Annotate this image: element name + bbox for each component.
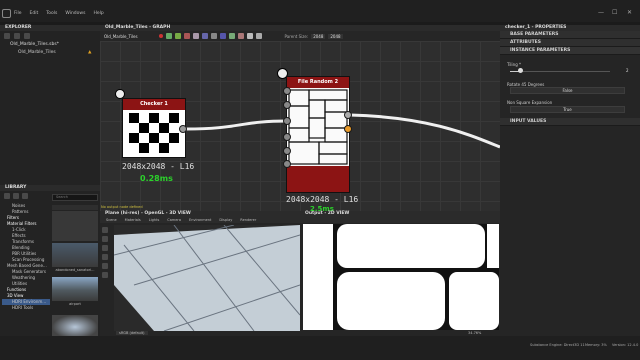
library-thumb-blank[interactable]: [52, 211, 98, 241]
tab-environment[interactable]: Environment: [189, 217, 211, 223]
orbit-tool-icon[interactable]: [102, 227, 108, 233]
link-checker-to-file-random: [185, 119, 289, 131]
tab-materials[interactable]: Materials: [125, 217, 141, 223]
maximize-button[interactable]: ☐: [612, 9, 617, 16]
library-thumb-label-1: abandoned_sanatori...: [55, 268, 95, 272]
view-2d-zoom[interactable]: 34.76%: [468, 331, 481, 335]
view-3d-side-toolbar: [102, 227, 111, 327]
view-3d-panel: Plane (hi-res) - OpenGL - 3D VIEW Scene …: [100, 211, 300, 336]
file-random-input-pin-6[interactable]: [283, 160, 291, 168]
warning-icon: ▲: [88, 50, 92, 55]
pan-tool-icon[interactable]: [102, 236, 108, 242]
view-3d-tabs: Scene Materials Lights Camera Environmen…: [100, 217, 300, 223]
library-settings-icon[interactable]: [22, 193, 28, 199]
capture-tool-icon[interactable]: [102, 272, 108, 278]
rotate-toggle[interactable]: False: [510, 87, 625, 94]
new-package-icon[interactable]: [4, 33, 10, 39]
minimize-button[interactable]: —: [598, 9, 604, 16]
menu-file[interactable]: File: [14, 11, 22, 16]
section-instance-parameters[interactable]: INSTANCE PARAMETERS: [500, 47, 640, 55]
file-random-node-title: File Random 2: [287, 77, 349, 88]
library-thumb-header: [52, 205, 98, 210]
section-input-values[interactable]: INPUT VALUES: [500, 118, 640, 126]
checker-preview: [123, 110, 185, 157]
library-thumb-sanatorium[interactable]: [52, 243, 98, 267]
section-base-parameters[interactable]: BASE PARAMETERS: [500, 31, 640, 39]
tiling-slider-handle[interactable]: [518, 68, 523, 73]
file-random-input-pin-2[interactable]: [283, 101, 291, 109]
tab-scene[interactable]: Scene: [106, 217, 117, 223]
checker-node-time: 0.28ms: [140, 174, 173, 183]
file-random-input-pin-5[interactable]: [283, 147, 291, 155]
save-package-icon[interactable]: [24, 33, 30, 39]
view-2d-toolbar: [300, 217, 500, 223]
explorer-toolbar: [0, 31, 100, 41]
menu-tools[interactable]: Tools: [46, 11, 57, 16]
menu-edit[interactable]: Edit: [30, 11, 39, 16]
menu-windows[interactable]: Windows: [65, 11, 85, 16]
explorer-package-item[interactable]: Old_Marble_Tiles.sbs*: [0, 41, 100, 49]
file-random-input-pin-3[interactable]: [283, 117, 291, 125]
checker-output-pin[interactable]: [179, 125, 187, 133]
zoom-tool-icon[interactable]: [102, 245, 108, 251]
explorer-graph-label: Old_Marble_Tiles: [18, 50, 56, 55]
section-attributes[interactable]: ATTRIBUTES: [500, 39, 640, 47]
file-random-node-resolution: 2048x2048 - L16: [286, 195, 359, 204]
checker-node-title: Checker 1: [123, 99, 185, 110]
status-memory: Memory: 3%: [585, 343, 607, 347]
library-view-icon[interactable]: [13, 193, 19, 199]
menu-help[interactable]: Help: [93, 11, 103, 16]
status-bar: Substance Engine: Direct3D 11 Memory: 3%…: [0, 336, 640, 360]
tiling-label: Tiling *: [507, 62, 521, 67]
checker-node[interactable]: Checker 1: [122, 98, 186, 158]
tiling-slider[interactable]: [510, 71, 610, 72]
nonsquare-toggle[interactable]: True: [510, 106, 625, 113]
explorer-graph-item[interactable]: Old_Marble_Tiles ▲: [0, 49, 100, 57]
library-panel: LIBRARY Noises Patterns Filters Material…: [0, 185, 100, 360]
link-file-random-output: [349, 113, 500, 149]
view-3d-viewport[interactable]: [114, 225, 300, 331]
nonsquare-label: Non Square Expansion: [507, 100, 553, 105]
menu-bar: File Edit Tools Windows Help — ☐ ✕: [0, 0, 640, 22]
library-thumb-airport[interactable]: [52, 277, 98, 301]
colorspace-select[interactable]: sRGB (default): [116, 331, 148, 335]
tab-lights[interactable]: Lights: [149, 217, 160, 223]
explorer-panel: EXPLORER Old_Marble_Tiles.sbs* Old_Marbl…: [0, 25, 100, 185]
file-random-input-pin-1[interactable]: [283, 87, 291, 95]
tab-camera[interactable]: Camera: [167, 217, 181, 223]
status-engine: Substance Engine: Direct3D 11: [530, 343, 585, 347]
view-2d-panel: Output - 2D VIEW 34.76%: [300, 211, 500, 336]
status-version: Version: 12.4.0: [612, 343, 639, 347]
library-item-hdri-tools[interactable]: HDRI Tools: [2, 305, 50, 311]
view-2d-viewport[interactable]: [303, 224, 499, 330]
tab-renderer[interactable]: Renderer: [240, 217, 256, 223]
close-button[interactable]: ✕: [627, 9, 632, 16]
graph-panel: Old_Marble_Tiles - GRAPH Old_Marble_Tile…: [100, 25, 500, 213]
tab-display[interactable]: Display: [219, 217, 232, 223]
file-random-node[interactable]: File Random 2: [286, 76, 350, 193]
app-logo-icon: [2, 9, 11, 18]
library-search-input[interactable]: Search: [52, 194, 98, 201]
tiling-value[interactable]: 2: [626, 68, 629, 73]
output-notice: No output node defined: [101, 205, 143, 209]
checker-node-resolution: 2048x2048 - L16: [122, 162, 195, 171]
file-random-output-pin-1[interactable]: [344, 111, 352, 119]
main-menu: File Edit Tools Windows Help: [14, 11, 104, 16]
light-tool-icon[interactable]: [102, 254, 108, 260]
file-random-preview: [287, 88, 349, 166]
file-random-output-pin-2[interactable]: [344, 125, 352, 133]
properties-panel: checker_1 - PROPERTIES BASE PARAMETERS A…: [500, 25, 640, 336]
camera-tool-icon[interactable]: [102, 263, 108, 269]
library-filter-icon[interactable]: [4, 193, 10, 199]
file-random-input-pin-4[interactable]: [283, 133, 291, 141]
open-package-icon[interactable]: [14, 33, 20, 39]
library-thumb-label-2: airport: [69, 302, 81, 306]
